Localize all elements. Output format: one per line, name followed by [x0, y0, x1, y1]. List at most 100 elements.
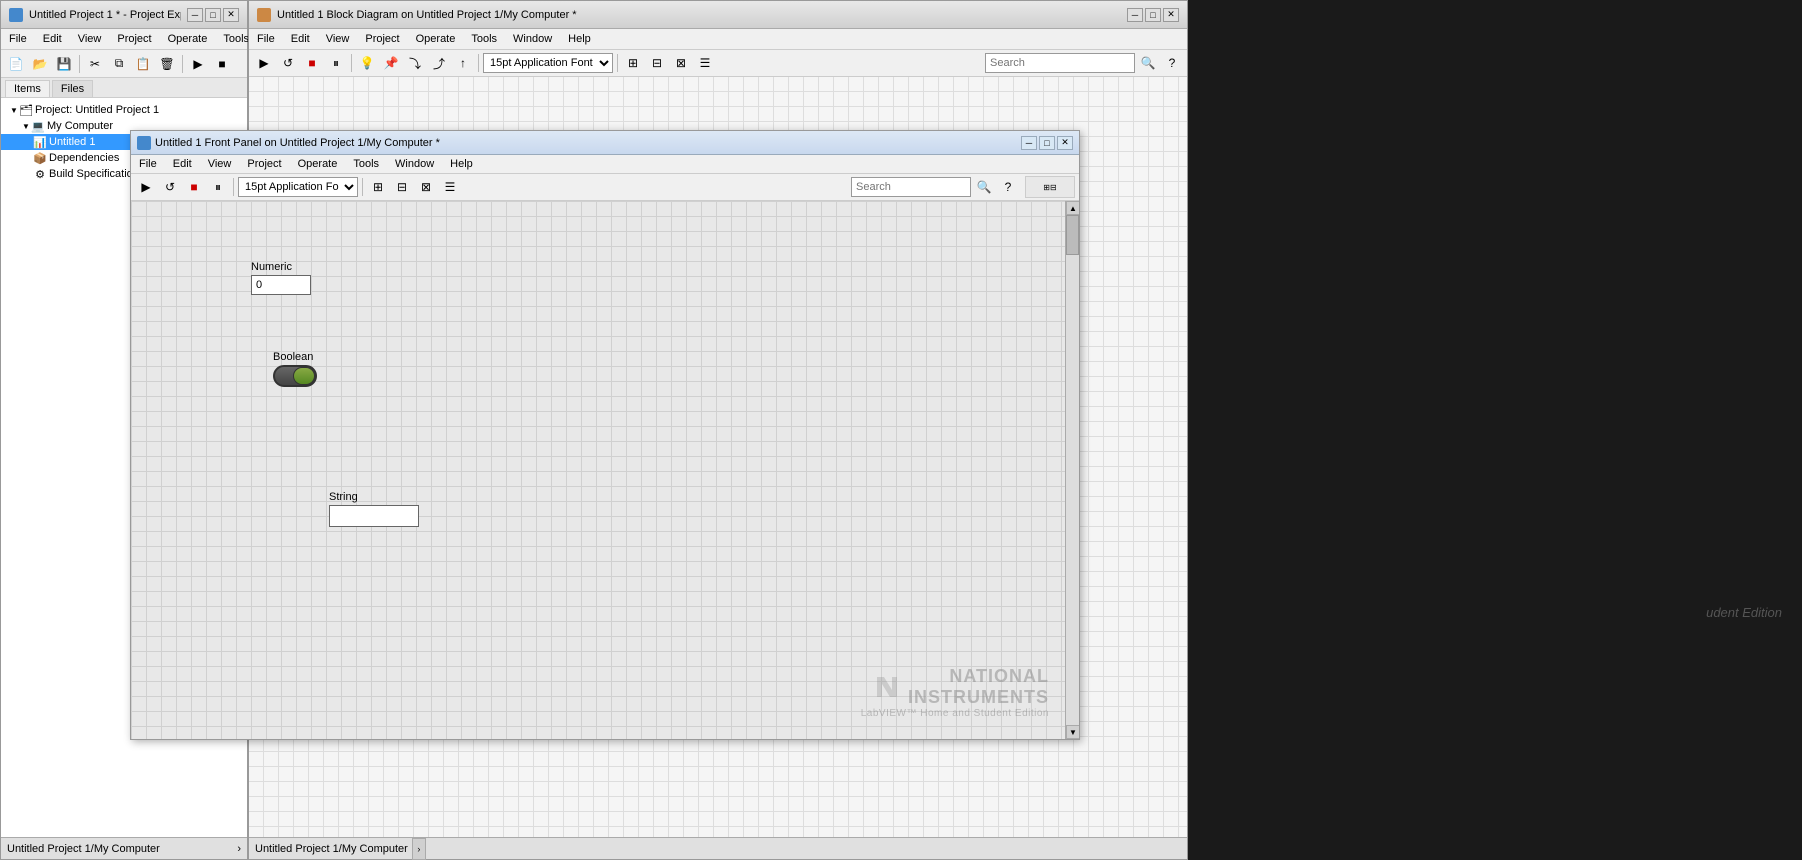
- fp-font-select[interactable]: 15pt Application Font: [238, 177, 358, 197]
- ni-brand-line2: INSTRUMENTS: [908, 687, 1049, 708]
- fp-resize-btn[interactable]: ⊠: [415, 176, 437, 198]
- copy-button[interactable]: ⧉: [108, 53, 130, 75]
- bd-menu-help[interactable]: Help: [560, 31, 599, 47]
- stop-project-button[interactable]: ■: [211, 53, 233, 75]
- bd-step-into-btn[interactable]: ⤵: [404, 52, 426, 74]
- fp-menu-help[interactable]: Help: [442, 156, 481, 172]
- bd-help-btn[interactable]: ?: [1161, 52, 1183, 74]
- fp-close-btn[interactable]: ✕: [1057, 136, 1073, 150]
- run-project-button[interactable]: ▶: [187, 53, 209, 75]
- fp-search-btn[interactable]: 🔍: [973, 176, 995, 198]
- vi-file-icon: 📊: [33, 135, 47, 149]
- tab-files[interactable]: Files: [52, 80, 93, 97]
- menu-project[interactable]: Project: [109, 31, 159, 47]
- bd-run-btn[interactable]: ▶: [253, 52, 275, 74]
- fp-distribute-btn[interactable]: ⊟: [391, 176, 413, 198]
- scrollbar-v-thumb[interactable]: [1066, 215, 1079, 255]
- my-computer-label: My Computer: [47, 120, 113, 132]
- fp-maximize-btn[interactable]: □: [1039, 136, 1055, 150]
- bd-pause-btn[interactable]: ⏸: [325, 52, 347, 74]
- menu-view[interactable]: View: [70, 31, 110, 47]
- expand-arrow[interactable]: ›: [237, 843, 241, 855]
- string-label: String: [329, 491, 419, 503]
- open-button[interactable]: 📂: [29, 53, 51, 75]
- bd-step-over-btn[interactable]: ⤴: [428, 52, 450, 74]
- fp-palette-preview[interactable]: ⊞⊟: [1025, 176, 1075, 198]
- expand-computer-icon[interactable]: ▼: [21, 121, 31, 131]
- bd-font-select[interactable]: 15pt Application Font: [483, 53, 613, 73]
- fp-minimize-btn[interactable]: ─: [1021, 136, 1037, 150]
- paste-button[interactable]: 📋: [132, 53, 154, 75]
- fp-pause-btn[interactable]: ⏸: [207, 176, 229, 198]
- scrollbar-v-track[interactable]: [1066, 215, 1079, 255]
- tab-items[interactable]: Items: [5, 80, 50, 97]
- delete-button[interactable]: 🗑: [156, 53, 178, 75]
- bd-maximize-button[interactable]: □: [1145, 8, 1161, 22]
- fp-reorder-btn[interactable]: ☰: [439, 176, 461, 198]
- bd-highlight-btn[interactable]: 💡: [356, 52, 378, 74]
- expand-project-icon[interactable]: ▼: [9, 105, 19, 115]
- scrollbar-down-btn[interactable]: ▼: [1066, 725, 1079, 739]
- bd-menu-operate[interactable]: Operate: [408, 31, 464, 47]
- new-vi-button[interactable]: 📄: [5, 53, 27, 75]
- boolean-control[interactable]: [273, 365, 317, 387]
- fp-menu-tools[interactable]: Tools: [345, 156, 387, 172]
- fp-align-btn[interactable]: ⊞: [367, 176, 389, 198]
- fp-menu-operate[interactable]: Operate: [290, 156, 346, 172]
- fp-scrollbar-vertical[interactable]: ▲ ▼: [1065, 201, 1079, 739]
- tree-project-root[interactable]: ▼ 🗂 Project: Untitled Project 1: [1, 102, 247, 118]
- fp-help-btn[interactable]: ?: [997, 176, 1019, 198]
- bd-menu-tools[interactable]: Tools: [463, 31, 505, 47]
- bd-step-out-btn[interactable]: ↑: [452, 52, 474, 74]
- string-control[interactable]: [329, 505, 419, 527]
- menu-file[interactable]: File: [1, 31, 35, 47]
- bd-menu-project[interactable]: Project: [357, 31, 407, 47]
- fp-menu-view[interactable]: View: [200, 156, 240, 172]
- bd-reorder-btn[interactable]: ☰: [694, 52, 716, 74]
- minimize-button[interactable]: ─: [187, 8, 203, 22]
- maximize-button[interactable]: □: [205, 8, 221, 22]
- fp-search-input[interactable]: [851, 177, 971, 197]
- bd-menu-bar: File Edit View Project Operate Tools Win…: [249, 29, 1187, 50]
- fp-menu-project[interactable]: Project: [239, 156, 289, 172]
- fp-menu-file[interactable]: File: [131, 156, 165, 172]
- bd-menu-file[interactable]: File: [249, 31, 283, 47]
- fp-menu-edit[interactable]: Edit: [165, 156, 200, 172]
- bd-run-cont-btn[interactable]: ↺: [277, 52, 299, 74]
- fp-run-cont-btn[interactable]: ↺: [159, 176, 181, 198]
- bd-align-btn[interactable]: ⊞: [622, 52, 644, 74]
- bd-icon: [257, 8, 271, 22]
- fp-canvas[interactable]: Numeric 0 Boolean String: [131, 201, 1079, 739]
- boolean-control-group: Boolean: [273, 351, 317, 387]
- fp-titlebar: Untitled 1 Front Panel on Untitled Proje…: [131, 131, 1079, 155]
- bd-search-input[interactable]: [985, 53, 1135, 73]
- computer-icon: 💻: [31, 119, 45, 133]
- cut-button[interactable]: ✂: [84, 53, 106, 75]
- ni-brand-line1: NATIONAL: [908, 666, 1049, 687]
- ni-text: NATIONAL INSTRUMENTS: [908, 666, 1049, 708]
- fp-run-btn[interactable]: ▶: [135, 176, 157, 198]
- bd-distribute-btn[interactable]: ⊟: [646, 52, 668, 74]
- scrollbar-up-btn[interactable]: ▲: [1066, 201, 1079, 215]
- fp-abort-btn[interactable]: ■: [183, 176, 205, 198]
- ni-watermark: NATIONAL INSTRUMENTS LabVIEW™ Home and S…: [861, 666, 1049, 719]
- close-button[interactable]: ✕: [223, 8, 239, 22]
- bd-search-btn[interactable]: 🔍: [1137, 52, 1159, 74]
- bd-minimize-button[interactable]: ─: [1127, 8, 1143, 22]
- bd-menu-edit[interactable]: Edit: [283, 31, 318, 47]
- bd-expand-btn[interactable]: ›: [412, 838, 426, 860]
- bd-abort-btn[interactable]: ■: [301, 52, 323, 74]
- fp-menu-window[interactable]: Window: [387, 156, 442, 172]
- dependencies-icon: 📦: [33, 151, 47, 165]
- bd-resize-btn[interactable]: ⊠: [670, 52, 692, 74]
- menu-edit[interactable]: Edit: [35, 31, 70, 47]
- numeric-control[interactable]: 0: [251, 275, 311, 295]
- bd-menu-view[interactable]: View: [318, 31, 358, 47]
- fp-win-controls: ─ □ ✕: [1021, 136, 1073, 150]
- bd-retain-btn[interactable]: 📌: [380, 52, 402, 74]
- project-label: Project: Untitled Project 1: [35, 104, 159, 116]
- save-button[interactable]: 💾: [53, 53, 75, 75]
- bd-close-button[interactable]: ✕: [1163, 8, 1179, 22]
- menu-operate[interactable]: Operate: [160, 31, 216, 47]
- bd-menu-window[interactable]: Window: [505, 31, 560, 47]
